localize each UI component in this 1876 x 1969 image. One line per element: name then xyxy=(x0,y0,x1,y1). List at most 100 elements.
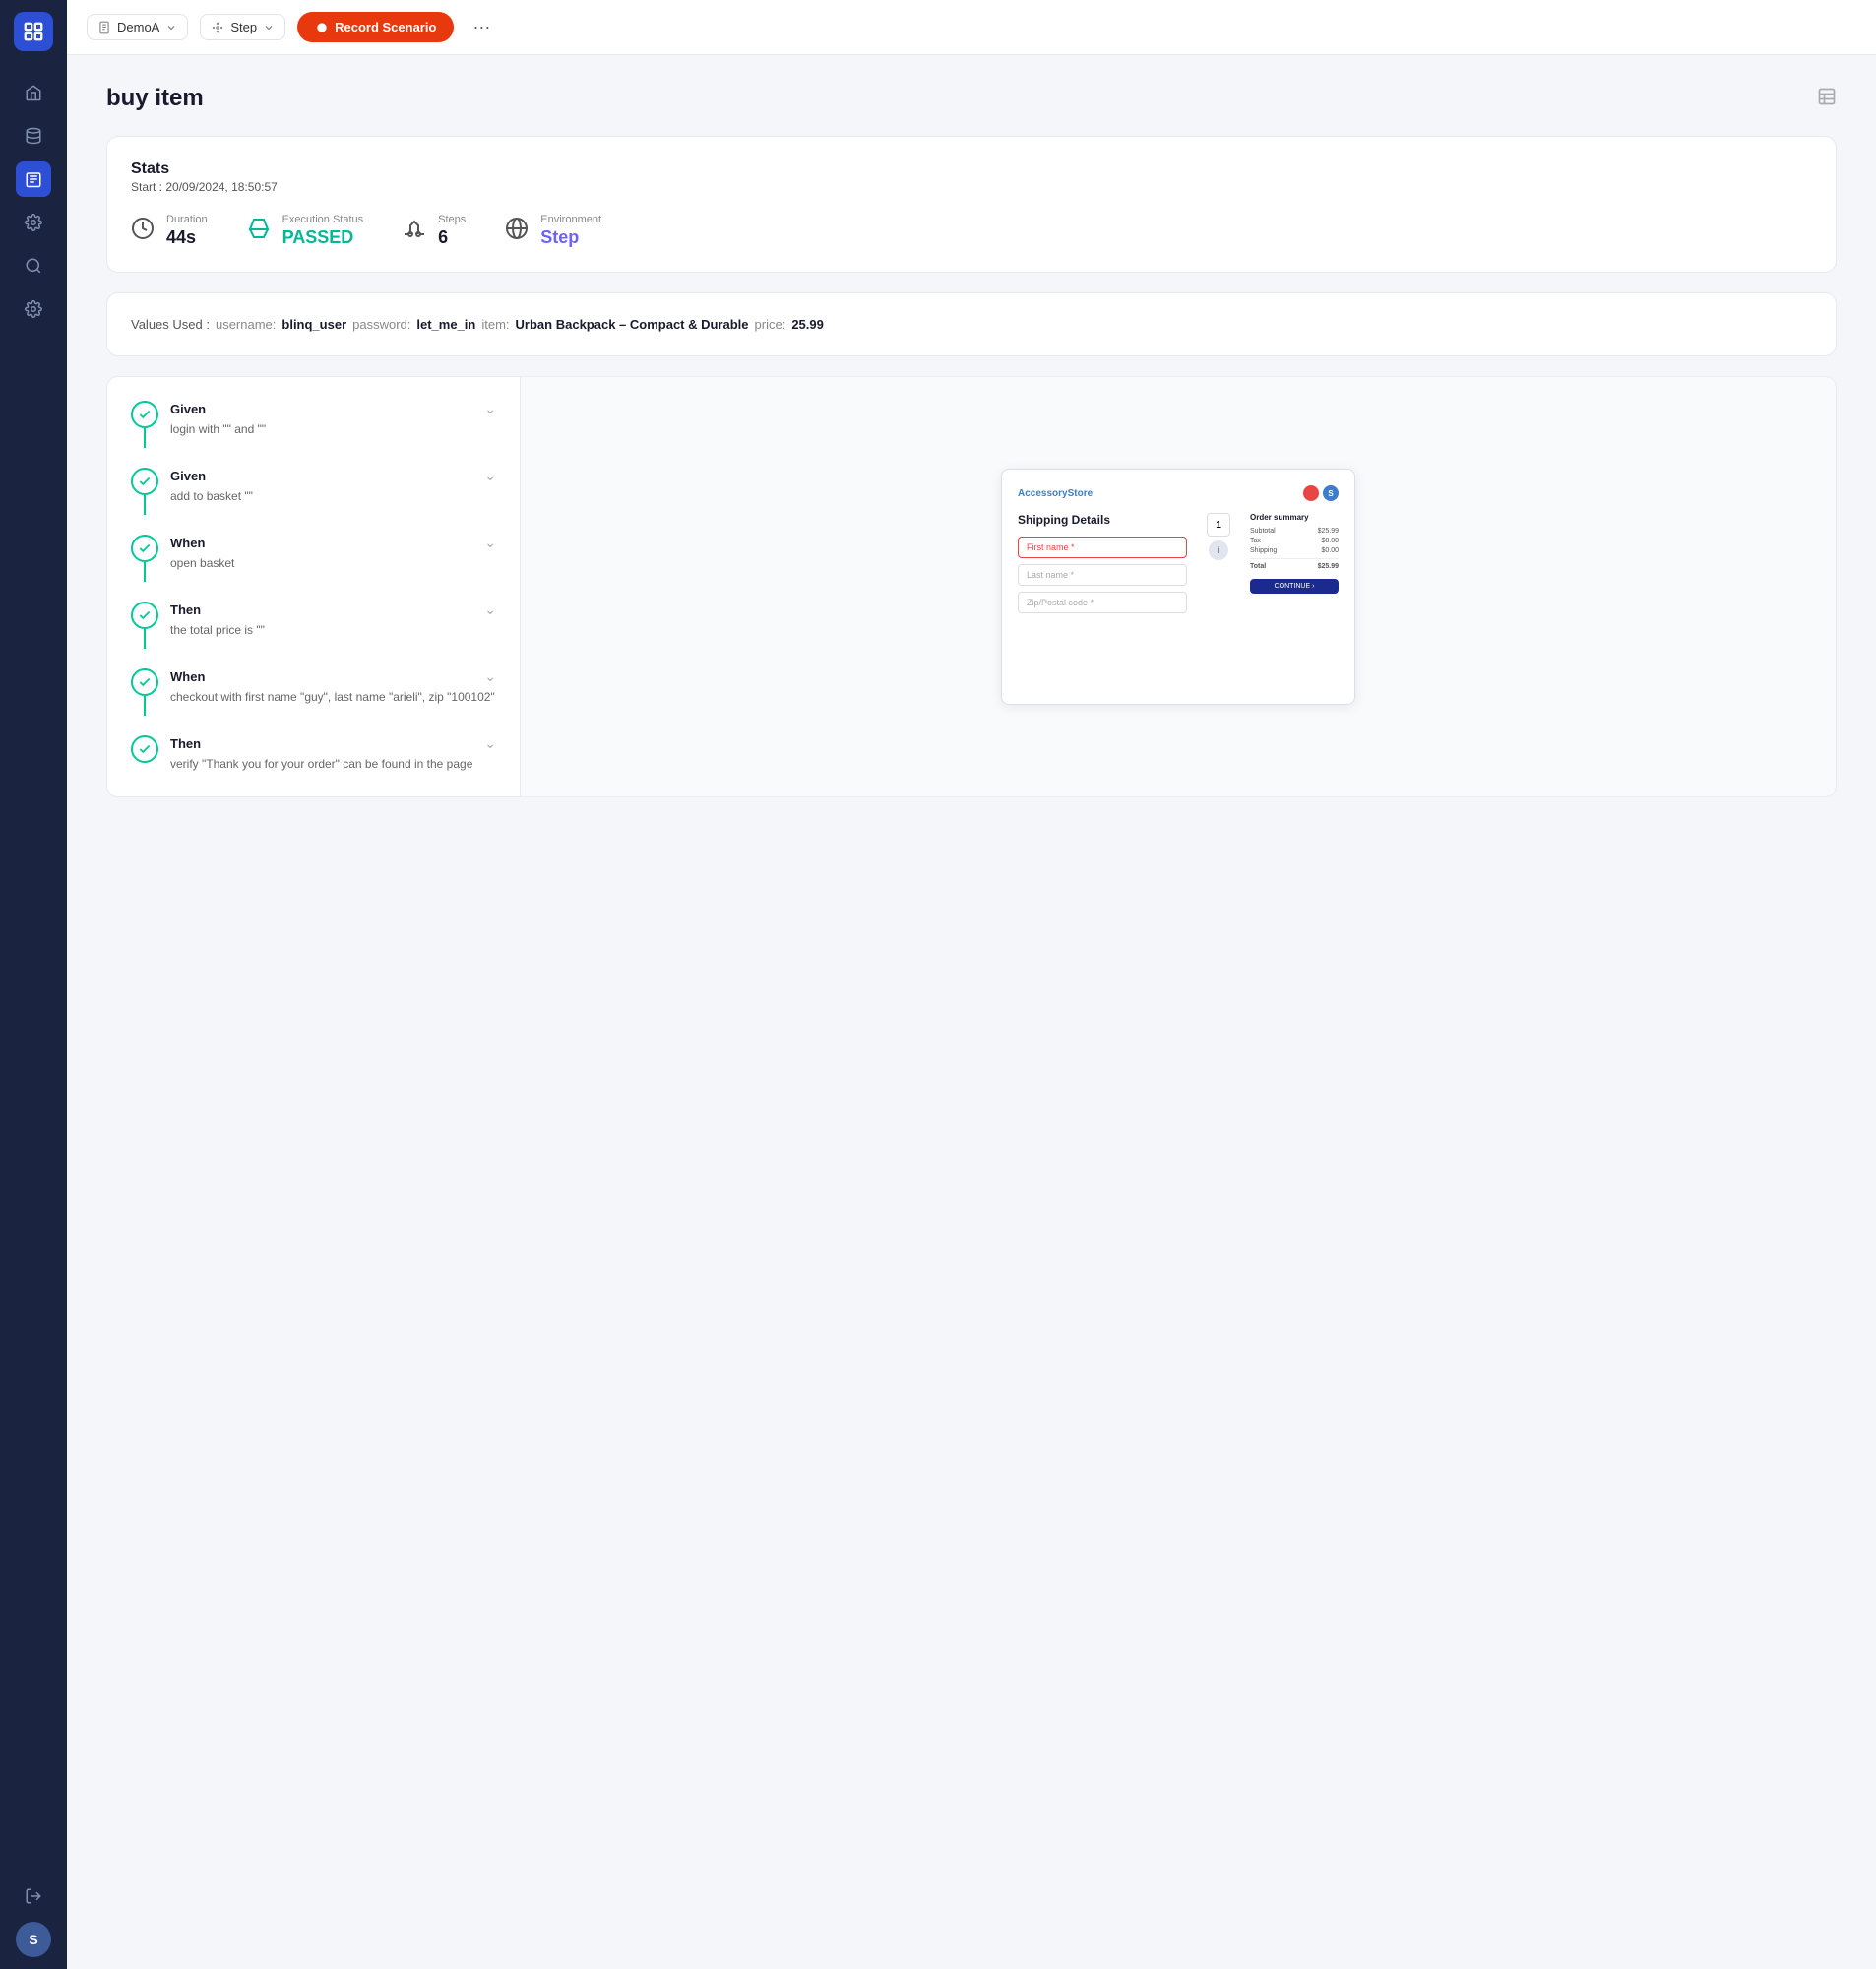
mock-order-summary: Order summary Subtotal $25.99 Tax $0.00 … xyxy=(1250,513,1339,619)
environment-value[interactable]: Step xyxy=(540,227,579,247)
step-circle xyxy=(131,602,158,629)
mock-header: AccessoryStore S xyxy=(1018,485,1339,501)
step-expand-icon[interactable]: ⌄ xyxy=(484,735,496,752)
step-item: Then ⌄ the total price is "" xyxy=(131,602,496,668)
step-expand-icon[interactable]: ⌄ xyxy=(484,602,496,618)
shipping-label: Shipping xyxy=(1250,547,1277,554)
content-area: buy item Stats Start : 20/09/2024, 18:50… xyxy=(67,55,1876,1969)
step-expand-icon[interactable]: ⌄ xyxy=(484,468,496,484)
sidebar-item-home[interactable] xyxy=(16,75,51,110)
list-view-icon[interactable] xyxy=(1817,87,1837,111)
step-header: When ⌄ xyxy=(170,535,496,551)
stat-environment: Environment Step xyxy=(505,214,601,248)
check-icon xyxy=(138,608,152,622)
username-value: blinq_user xyxy=(281,317,346,332)
price-value: 25.99 xyxy=(791,317,824,332)
username-key: username: xyxy=(216,317,276,332)
step-left xyxy=(131,602,158,649)
steps-label: Steps xyxy=(438,214,466,225)
step-chevron-icon xyxy=(263,22,275,33)
step-connector xyxy=(144,562,146,582)
step-left xyxy=(131,535,158,582)
total-label: Total xyxy=(1250,563,1266,570)
step-content: Then ⌄ the total price is "" xyxy=(170,602,496,639)
step-expand-icon[interactable]: ⌄ xyxy=(484,535,496,551)
values-label: Values Used : xyxy=(131,317,210,332)
sidebar-item-search[interactable] xyxy=(16,248,51,284)
execution-icon xyxy=(247,217,271,245)
mock-total-row: Total $25.99 xyxy=(1250,558,1339,570)
stats-card: Stats Start : 20/09/2024, 18:50:57 Durat… xyxy=(106,136,1837,273)
sidebar: S xyxy=(0,0,67,1969)
topbar: DemoA Step Record Scenario ··· xyxy=(67,0,1876,55)
steps-preview-card: Given ⌄ login with "" and "" Given ⌄ add… xyxy=(106,376,1837,797)
step-type: When xyxy=(170,536,205,550)
step-expand-icon[interactable]: ⌄ xyxy=(484,668,496,685)
step-circle xyxy=(131,668,158,696)
step-item: Given ⌄ add to basket "" xyxy=(131,468,496,535)
user-avatar[interactable]: S xyxy=(16,1922,51,1957)
mock-shipping-row: Shipping $0.00 xyxy=(1250,547,1339,554)
step-header: Given ⌄ xyxy=(170,401,496,417)
main-area: DemoA Step Record Scenario ··· xyxy=(67,0,1876,1969)
preview-panel: AccessoryStore S Shipping Details First … xyxy=(521,377,1836,796)
mock-shipping-title: Shipping Details xyxy=(1018,513,1187,527)
sidebar-logo[interactable] xyxy=(14,12,53,51)
step-list: Given ⌄ login with "" and "" Given ⌄ add… xyxy=(131,401,496,773)
mock-zip-input[interactable]: Zip/Postal code * xyxy=(1018,592,1187,613)
sidebar-item-gear[interactable] xyxy=(16,291,51,327)
mock-body: Shipping Details First name * Last name … xyxy=(1018,513,1339,619)
mock-cart-icon xyxy=(1303,485,1319,501)
item-value: Urban Backpack – Compact & Durable xyxy=(516,317,749,332)
record-button[interactable]: Record Scenario xyxy=(297,12,454,42)
check-icon xyxy=(138,475,152,488)
step-content: Then ⌄ verify "Thank you for your order"… xyxy=(170,735,496,773)
mock-tax-row: Tax $0.00 xyxy=(1250,538,1339,544)
stats-grid: Duration 44s Execution Status PASSED xyxy=(131,214,1812,248)
steps-icon xyxy=(403,217,426,245)
mock-qty-info-icon: i xyxy=(1209,540,1228,560)
mock-form: Shipping Details First name * Last name … xyxy=(1018,513,1187,619)
demo-icon xyxy=(97,21,111,34)
values-card: Values Used : username: blinq_user passw… xyxy=(106,292,1837,356)
logout-button[interactable] xyxy=(16,1878,51,1914)
demo-selector[interactable]: DemoA xyxy=(87,14,188,40)
stat-execution: Execution Status PASSED xyxy=(247,214,364,248)
step-circle xyxy=(131,401,158,428)
mock-continue-button[interactable]: CONTINUE › xyxy=(1250,579,1339,594)
step-item: Then ⌄ verify "Thank you for your order"… xyxy=(131,735,496,773)
password-key: password: xyxy=(352,317,410,332)
step-left xyxy=(131,735,158,763)
price-key: price: xyxy=(755,317,786,332)
mock-first-name-input[interactable]: First name * xyxy=(1018,537,1187,558)
step-circle xyxy=(131,468,158,495)
check-icon xyxy=(138,541,152,555)
mock-last-name-input[interactable]: Last name * xyxy=(1018,564,1187,586)
mock-order-title: Order summary xyxy=(1250,513,1339,522)
step-header: Then ⌄ xyxy=(170,602,496,618)
sidebar-item-settings[interactable] xyxy=(16,205,51,240)
step-content: When ⌄ checkout with first name "guy", l… xyxy=(170,668,496,706)
step-icon xyxy=(211,21,224,34)
step-connector xyxy=(144,696,146,716)
mock-subtotal-row: Subtotal $25.99 xyxy=(1250,528,1339,535)
more-button[interactable]: ··· xyxy=(466,12,497,43)
step-description: login with "" and "" xyxy=(170,420,496,438)
subtotal-value: $25.99 xyxy=(1318,528,1339,535)
step-selector[interactable]: Step xyxy=(200,14,285,40)
steps-panel: Given ⌄ login with "" and "" Given ⌄ add… xyxy=(107,377,521,796)
sidebar-item-data[interactable] xyxy=(16,118,51,154)
preview-mock: AccessoryStore S Shipping Details First … xyxy=(1001,469,1355,705)
step-expand-icon[interactable]: ⌄ xyxy=(484,401,496,417)
step-item: When ⌄ open basket xyxy=(131,535,496,602)
step-circle xyxy=(131,535,158,562)
mock-top-right: S xyxy=(1303,485,1339,501)
tax-label: Tax xyxy=(1250,538,1261,544)
environment-icon xyxy=(505,217,529,245)
execution-label: Execution Status xyxy=(282,214,364,225)
mock-qty-box: 1 xyxy=(1207,513,1230,537)
step-header: When ⌄ xyxy=(170,668,496,685)
sidebar-item-scenarios[interactable] xyxy=(16,161,51,197)
step-label: Step xyxy=(230,20,257,34)
total-value: $25.99 xyxy=(1318,563,1339,570)
